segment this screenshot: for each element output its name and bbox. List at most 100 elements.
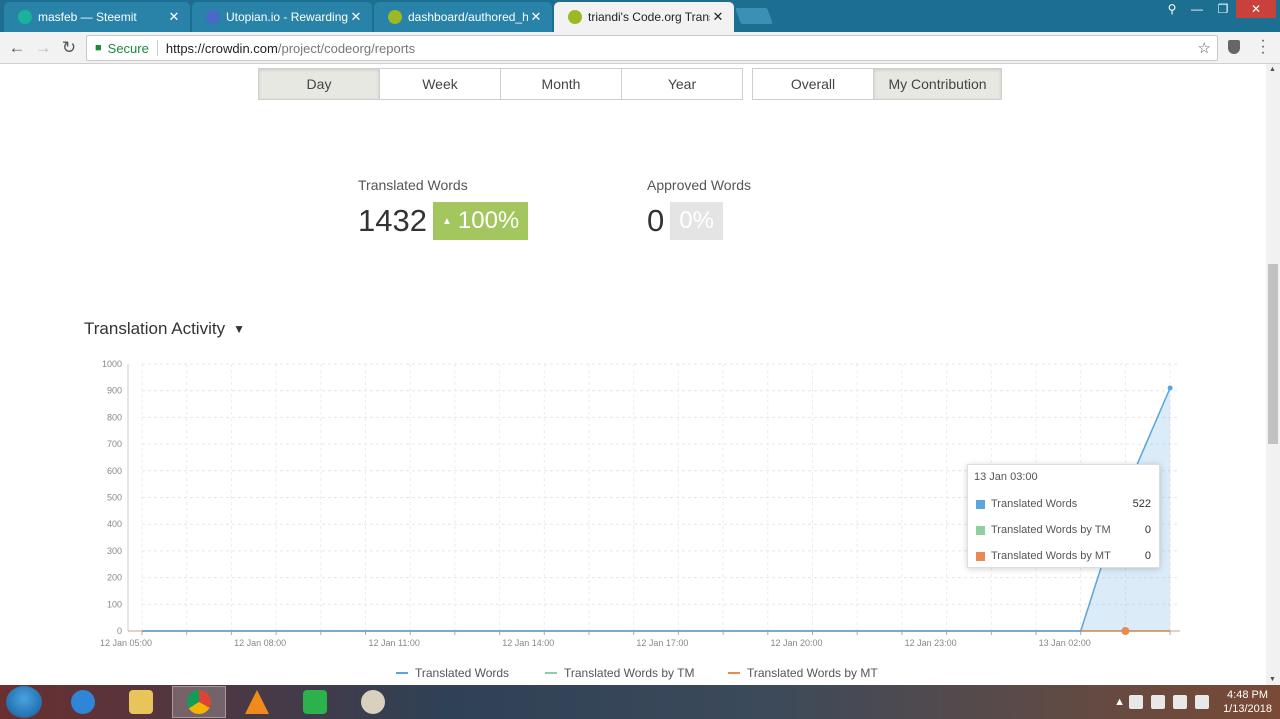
- address-bar[interactable]: ■ Secure https://crowdin.com/project/cod…: [86, 35, 1218, 61]
- close-icon[interactable]: ✕: [348, 9, 364, 25]
- browser-tab-utopian[interactable]: Utopian.io - Rewarding C ✕: [192, 2, 372, 32]
- browser-tab-strip: masfeb — Steemit ✕ Utopian.io - Rewardin…: [0, 0, 1280, 32]
- window-close-button[interactable]: ✕: [1236, 0, 1276, 18]
- shield-icon[interactable]: [1228, 40, 1240, 54]
- x-tick-label: 12 Jan 08:00: [234, 638, 286, 648]
- window-controls: ⚲ — ❐ ✕: [1160, 0, 1276, 18]
- close-icon[interactable]: ✕: [528, 9, 544, 25]
- browser-tab-steemit[interactable]: masfeb — Steemit ✕: [4, 2, 190, 32]
- scroll-up-icon[interactable]: ▲: [1269, 66, 1276, 73]
- tooltip-series-name: Translated Words: [991, 498, 1078, 510]
- clock-date: 1/13/2018: [1223, 703, 1272, 715]
- legend-item-mt[interactable]: Translated Words by MT: [728, 666, 878, 680]
- close-icon[interactable]: ✕: [166, 9, 182, 25]
- minimize-button[interactable]: —: [1184, 0, 1210, 18]
- paint-icon[interactable]: [346, 686, 400, 718]
- browser-tab-codeorg[interactable]: triandi's Code.org Transl ✕: [554, 2, 734, 32]
- legend-line: [728, 672, 740, 674]
- file-explorer-icon[interactable]: [114, 686, 168, 718]
- clock[interactable]: 4:48 PM 1/13/2018: [1223, 688, 1272, 716]
- restore-button[interactable]: ❐: [1210, 0, 1236, 18]
- tooltip-row: Translated Words by TM 0: [968, 517, 1159, 543]
- url-host: https://crowdin.com: [165, 40, 278, 56]
- x-tick-label: 12 Jan 05:00: [100, 638, 152, 648]
- tooltip-row: Translated Words by MT 0: [968, 543, 1159, 569]
- up-arrow-icon: ▲: [441, 215, 452, 227]
- x-tick-label: 12 Jan 20:00: [770, 638, 822, 648]
- y-tick-label: 0: [117, 626, 122, 636]
- tab-title: masfeb — Steemit: [38, 10, 137, 24]
- clock-time: 4:48 PM: [1227, 689, 1269, 701]
- reload-icon[interactable]: ↻: [58, 37, 80, 59]
- section-title[interactable]: Translation Activity ▼: [84, 319, 245, 339]
- tab-day[interactable]: Day: [259, 69, 380, 99]
- tab-title: dashboard/authored_hin: [408, 10, 528, 24]
- start-button[interactable]: [6, 686, 42, 718]
- change-value: 0%: [679, 207, 714, 234]
- steemit-icon: [18, 10, 32, 24]
- x-tick-label: 12 Jan 23:00: [905, 638, 957, 648]
- forward-arrow-icon[interactable]: →: [32, 37, 54, 59]
- hover-marker: [1121, 627, 1130, 635]
- new-tab-button[interactable]: [735, 8, 773, 24]
- browser-tab-dashboard[interactable]: dashboard/authored_hin ✕: [374, 2, 552, 32]
- page-scrollbar[interactable]: ▲ ▼: [1266, 64, 1280, 685]
- chrome-icon[interactable]: [172, 686, 226, 718]
- y-tick-label: 900: [107, 386, 122, 396]
- network-icon[interactable]: [1129, 695, 1144, 709]
- menu-dots-icon[interactable]: · · ·: [1258, 33, 1268, 61]
- x-tick-label: 12 Jan 11:00: [369, 638, 420, 648]
- y-tick-label: 500: [107, 493, 122, 503]
- tray-app-icon[interactable]: [1173, 695, 1188, 709]
- page-content: Day Week Month Year Overall My Contribut…: [0, 64, 1266, 685]
- y-tick-label: 300: [107, 546, 122, 556]
- tooltip-series-value: 522: [1132, 498, 1151, 510]
- flag-icon[interactable]: [1151, 695, 1166, 709]
- utopian-icon: [206, 10, 220, 24]
- tab-overall[interactable]: Overall: [753, 69, 874, 99]
- y-tick-label: 400: [107, 519, 122, 529]
- tab-week[interactable]: Week: [380, 69, 501, 99]
- system-tray: ▲ 4:48 PM 1/13/2018: [1114, 685, 1272, 719]
- stat-value: 0: [647, 203, 665, 238]
- y-tick-label: 700: [107, 439, 122, 449]
- volume-icon[interactable]: [1195, 695, 1210, 709]
- legend-item-tm[interactable]: Translated Words by TM: [545, 666, 695, 680]
- legend-label: Translated Words: [415, 666, 510, 680]
- x-tick-label: 13 Jan 02:00: [1039, 638, 1091, 648]
- scroll-thumb[interactable]: [1268, 264, 1278, 444]
- legend-label: Translated Words by MT: [747, 666, 878, 680]
- y-tick-label: 100: [107, 599, 122, 609]
- stat-value: 1432: [358, 203, 427, 238]
- crowdin-icon: [388, 10, 402, 24]
- stat-label: Translated Words: [358, 177, 468, 193]
- tab-year[interactable]: Year: [622, 69, 742, 99]
- tooltip-series-name: Translated Words by MT: [991, 550, 1111, 562]
- x-tick-label: 12 Jan 17:00: [636, 638, 688, 648]
- tooltip-row: Translated Words 522: [968, 491, 1159, 517]
- chart-tooltip: 13 Jan 03:00 Translated Words 522 Transl…: [967, 464, 1160, 568]
- tab-title: triandi's Code.org Transl: [588, 10, 710, 24]
- y-tick-label: 600: [107, 466, 122, 476]
- tray-expand-icon[interactable]: ▲: [1114, 696, 1125, 708]
- secure-label: Secure: [107, 40, 149, 56]
- close-icon[interactable]: ✕: [710, 9, 726, 25]
- tab-month[interactable]: Month: [501, 69, 622, 99]
- change-badge: 0%: [670, 202, 723, 240]
- internet-explorer-icon[interactable]: [56, 686, 110, 718]
- legend-line: [396, 672, 408, 674]
- chevron-down-icon: ▼: [233, 322, 245, 336]
- vlc-icon[interactable]: [230, 686, 284, 718]
- scroll-down-icon[interactable]: ▼: [1269, 676, 1276, 683]
- legend-item-translated[interactable]: Translated Words: [396, 666, 509, 680]
- back-arrow-icon[interactable]: ←: [6, 37, 28, 59]
- user-icon[interactable]: ⚲: [1160, 0, 1184, 18]
- y-tick-label: 1000: [102, 359, 122, 369]
- bookmark-star-icon[interactable]: ☆: [1198, 39, 1211, 57]
- tab-my-contribution[interactable]: My Contribution: [874, 69, 1001, 99]
- legend-label: Translated Words by TM: [564, 666, 695, 680]
- crowdin-icon: [568, 10, 582, 24]
- tooltip-series-value: 0: [1144, 524, 1151, 536]
- security-app-icon[interactable]: [288, 686, 342, 718]
- tooltip-series-name: Translated Words by TM: [991, 524, 1111, 536]
